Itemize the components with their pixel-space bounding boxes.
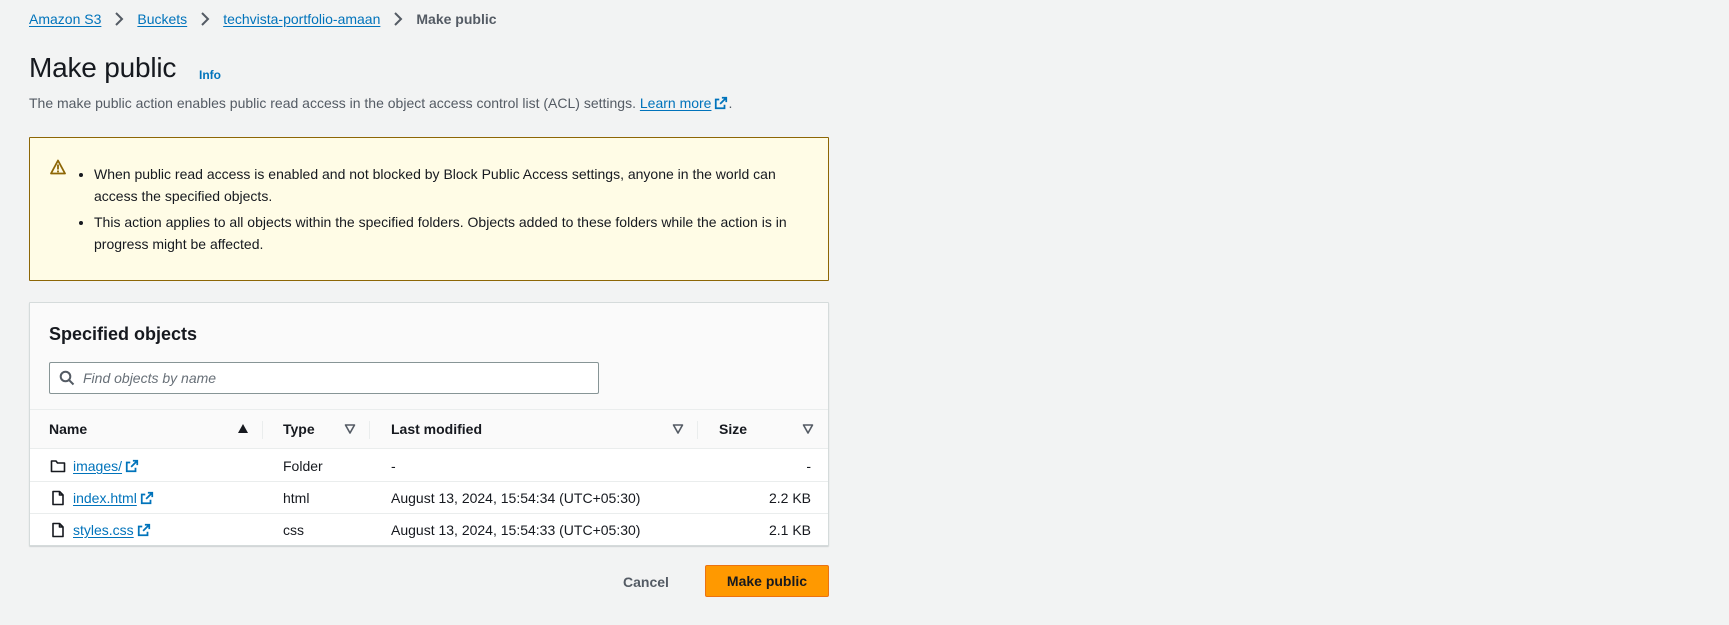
object-name-cell: styles.css bbox=[73, 514, 151, 545]
cancel-button[interactable]: Cancel bbox=[603, 566, 689, 598]
object-name-cell: index.html bbox=[73, 482, 154, 514]
object-link[interactable]: styles.css bbox=[73, 522, 134, 538]
table-row: styles.css css August 13, 2024, 15:54:33… bbox=[30, 514, 828, 545]
breadcrumb: Amazon S3 Buckets techvista-portfolio-am… bbox=[29, 11, 497, 27]
object-link[interactable]: images/ bbox=[73, 458, 122, 474]
external-link-icon[interactable] bbox=[125, 459, 139, 473]
learn-more-label: Learn more bbox=[639, 95, 712, 111]
search-field[interactable] bbox=[49, 362, 599, 394]
object-last-modified: August 13, 2024, 15:54:34 (UTC+05:30) bbox=[391, 490, 641, 506]
specified-objects-panel: Specified objects Name Type Last modifie… bbox=[29, 302, 829, 546]
file-icon bbox=[52, 490, 64, 506]
object-name-cell: images/ bbox=[73, 450, 139, 482]
sort-ascending-icon[interactable] bbox=[237, 423, 249, 435]
object-size: 2.2 KB bbox=[768, 490, 811, 506]
sort-caret-icon[interactable] bbox=[672, 423, 684, 435]
panel-header: Specified objects bbox=[30, 303, 828, 410]
column-type[interactable]: Type bbox=[283, 410, 315, 449]
breadcrumb-buckets[interactable]: Buckets bbox=[137, 11, 187, 27]
column-divider[interactable] bbox=[262, 421, 263, 439]
external-link-icon[interactable] bbox=[137, 523, 151, 537]
search-icon bbox=[59, 370, 75, 386]
object-name: styles.css bbox=[73, 522, 134, 538]
object-type: css bbox=[283, 522, 304, 538]
sort-caret-icon[interactable] bbox=[802, 423, 814, 435]
page-title: Make public bbox=[29, 52, 177, 83]
column-divider[interactable] bbox=[697, 421, 698, 439]
object-type: Folder bbox=[283, 458, 323, 474]
object-name: index.html bbox=[73, 490, 137, 506]
chevron-right-icon bbox=[394, 12, 403, 26]
learn-more-link[interactable]: Learn more bbox=[640, 95, 729, 111]
warning-list: When public read access is enabled and n… bbox=[94, 163, 798, 259]
object-name: images/ bbox=[73, 458, 123, 474]
info-link[interactable]: Info bbox=[199, 68, 221, 82]
object-size: 2.1 KB bbox=[768, 522, 811, 538]
warning-alert: When public read access is enabled and n… bbox=[29, 137, 829, 281]
object-last-modified: August 13, 2024, 15:54:33 (UTC+05:30) bbox=[391, 522, 641, 538]
folder-icon bbox=[50, 460, 66, 473]
make-public-button[interactable]: Make public bbox=[705, 565, 829, 597]
panel-title: Specified objects bbox=[49, 324, 198, 344]
table-row: index.html html August 13, 2024, 15:54:3… bbox=[30, 482, 828, 514]
warning-icon bbox=[50, 159, 66, 175]
object-type: html bbox=[283, 490, 310, 506]
external-link-icon[interactable] bbox=[140, 491, 154, 505]
column-divider[interactable] bbox=[369, 421, 370, 439]
page-description: The make public action enables public re… bbox=[29, 95, 732, 111]
warning-item: When public read access is enabled and n… bbox=[94, 163, 798, 207]
column-size[interactable]: Size bbox=[719, 410, 747, 449]
breadcrumb-amazon-s3[interactable]: Amazon S3 bbox=[29, 11, 101, 27]
breadcrumb-current: Make public bbox=[416, 11, 497, 27]
chevron-right-icon bbox=[115, 12, 124, 26]
warning-item: This action applies to all objects withi… bbox=[94, 211, 798, 255]
file-icon bbox=[52, 522, 64, 538]
chevron-right-icon bbox=[201, 12, 210, 26]
object-size: - bbox=[806, 458, 811, 474]
sort-caret-icon[interactable] bbox=[344, 423, 356, 435]
description-period: . bbox=[728, 95, 733, 111]
external-link-icon bbox=[715, 96, 728, 110]
object-last-modified: - bbox=[391, 458, 396, 474]
object-link[interactable]: index.html bbox=[73, 490, 137, 506]
search-input[interactable] bbox=[83, 370, 563, 386]
column-name[interactable]: Name bbox=[49, 410, 87, 449]
column-last-modified[interactable]: Last modified bbox=[391, 410, 482, 449]
breadcrumb-bucket-name[interactable]: techvista-portfolio-amaan bbox=[223, 11, 380, 27]
table-header: Name Type Last modified Size bbox=[30, 410, 828, 449]
description-text: The make public action enables public re… bbox=[29, 95, 636, 111]
table-row: images/ Folder - - bbox=[30, 450, 828, 482]
